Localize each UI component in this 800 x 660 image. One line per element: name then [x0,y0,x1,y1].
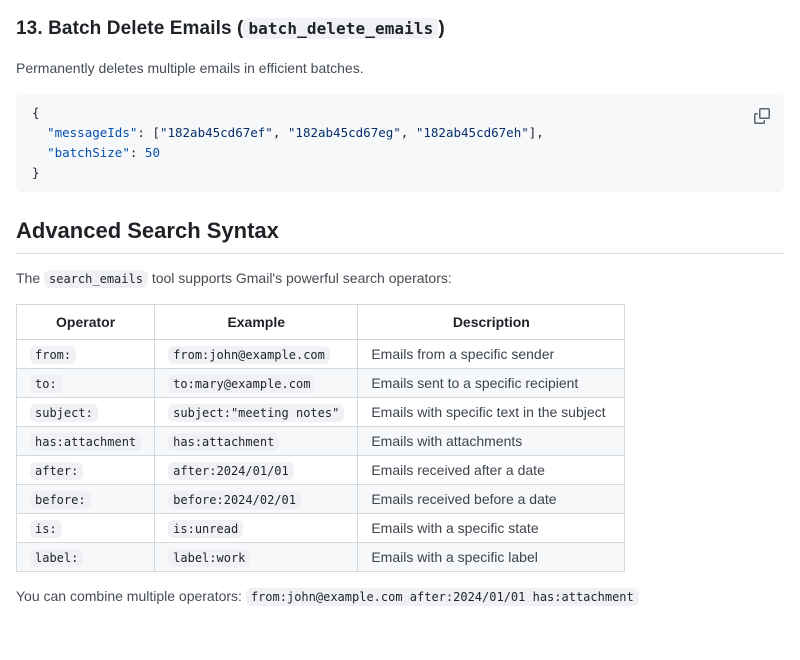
description-cell: Emails with a specific label [358,543,625,572]
table-row: is: is:unread Emails with a specific sta… [17,514,625,543]
copy-icon [754,108,770,124]
code-token [32,125,47,140]
code-token: , [273,125,288,140]
code-token [32,145,47,160]
intro-text-prefix: The [16,270,40,286]
readme-page: 13. Batch Delete Emails (batch_delete_em… [0,0,800,604]
example-code: to:mary@example.com [168,375,315,393]
table-row: from: from:john@example.com Emails from … [17,340,625,369]
operator-code: subject: [30,404,98,422]
table-row: subject: subject:"meeting notes" Emails … [17,398,625,427]
table-header-row: Operator Example Description [17,305,625,340]
operator-code: before: [30,491,91,509]
example-code: subject:"meeting notes" [168,404,344,422]
code-token: : [130,145,145,160]
example-code: has:attachment [168,433,279,451]
code-token: "182ab45cd67eh" [416,125,529,140]
description-cell: Emails received before a date [358,485,625,514]
copy-button[interactable] [748,102,776,130]
description-cell: Emails with specific text in the subject [358,398,625,427]
example-code: from:john@example.com [168,346,330,364]
table-row: to: to:mary@example.com Emails sent to a… [17,369,625,398]
example-code: after:2024/01/01 [168,462,294,480]
advanced-search-heading: Advanced Search Syntax [16,218,784,254]
json-code-block: { "messageIds": ["182ab45cd67ef", "182ab… [16,94,784,192]
search-operators-table: Operator Example Description from: from:… [16,304,625,572]
search-emails-inline-code: search_emails [44,270,148,288]
description-cell: Emails sent to a specific recipient [358,369,625,398]
table-row: after: after:2024/01/01 Emails received … [17,456,625,485]
operator-code: is: [30,520,62,538]
operator-code: after: [30,462,83,480]
code-token: 50 [145,145,160,160]
json-code-content: { "messageIds": ["182ab45cd67ef", "182ab… [32,103,768,183]
code-token: "messageIds" [47,125,137,140]
example-code: is:unread [168,520,243,538]
batch-delete-heading: 13. Batch Delete Emails (batch_delete_em… [16,18,784,40]
description-cell: Emails received after a date [358,456,625,485]
example-code: label:work [168,549,250,567]
code-token: } [32,165,40,180]
operator-code: has:attachment [30,433,141,451]
heading-text-prefix: 13. Batch Delete Emails ( [16,18,243,39]
description-cell: Emails with attachments [358,427,625,456]
intro-text-suffix: tool supports Gmail's powerful search op… [152,270,452,286]
header-example: Example [155,305,358,340]
code-token: , [401,125,416,140]
table-row: has:attachment has:attachment Emails wit… [17,427,625,456]
header-operator: Operator [17,305,155,340]
combined-operators-code: from:john@example.com after:2024/01/01 h… [246,588,639,606]
description-cell: Emails with a specific state [358,514,625,543]
header-description: Description [358,305,625,340]
combine-operators-note: You can combine multiple operators: from… [16,588,784,604]
heading-inline-code: batch_delete_emails [243,18,438,39]
search-intro: The search_emails tool supports Gmail's … [16,270,784,286]
footer-text: You can combine multiple operators: [16,588,242,604]
description-cell: Emails from a specific sender [358,340,625,369]
heading-text-suffix: ) [438,18,444,39]
code-token: "182ab45cd67eg" [288,125,401,140]
code-token: "batchSize" [47,145,130,160]
code-token: ], [529,125,544,140]
code-token: : [ [137,125,160,140]
code-token: { [32,105,40,120]
operator-code: label: [30,549,83,567]
table-row: before: before:2024/02/01 Emails receive… [17,485,625,514]
batch-delete-description: Permanently deletes multiple emails in e… [16,60,784,76]
operator-code: from: [30,346,76,364]
operator-code: to: [30,375,62,393]
example-code: before:2024/02/01 [168,491,301,509]
table-row: label: label:work Emails with a specific… [17,543,625,572]
code-token: "182ab45cd67ef" [160,125,273,140]
